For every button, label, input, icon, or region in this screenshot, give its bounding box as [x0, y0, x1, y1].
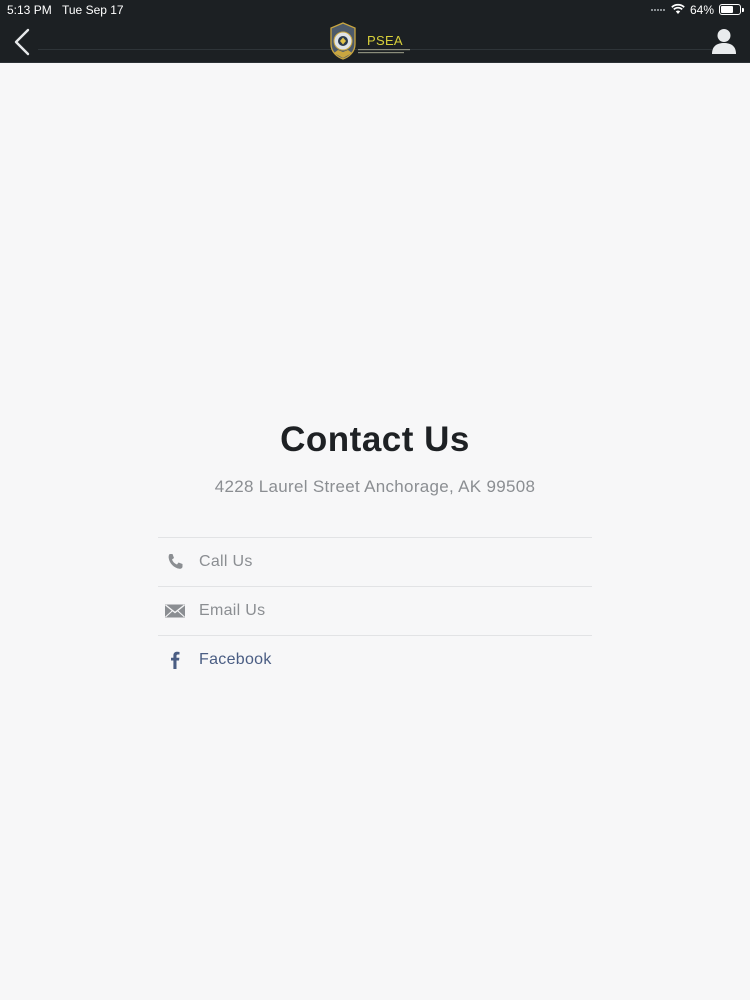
back-button[interactable] [10, 27, 36, 57]
battery-percentage: 64% [690, 3, 715, 17]
cellular-signal-icon [651, 9, 666, 23]
user-icon [712, 29, 736, 54]
contact-page: Contact Us 4228 Laurel Street Anchorage,… [0, 64, 750, 1000]
status-date: Tue Sep 17 [62, 3, 124, 17]
psea-logo: PSEA [328, 22, 418, 60]
call-us-item[interactable]: Call Us [158, 537, 592, 586]
facebook-label: Facebook [199, 651, 272, 668]
chevron-left-icon [14, 28, 30, 56]
logo-wordmark: PSEA [367, 33, 403, 48]
seal-icon [330, 22, 356, 60]
status-time: 5:13 PM [7, 3, 52, 17]
phone-icon [168, 554, 183, 569]
profile-button[interactable] [711, 27, 737, 55]
email-us-item[interactable]: Email Us [158, 586, 592, 635]
battery-icon [719, 4, 744, 15]
logo-tagline-graphic [358, 49, 410, 54]
status-bar: 5:13 PM Tue Sep 17 64% [0, 0, 750, 20]
battery-nub [742, 8, 744, 12]
wifi-icon [671, 3, 685, 14]
page-title: Contact Us [280, 420, 470, 459]
email-us-label: Email Us [199, 602, 266, 619]
address-text: 4228 Laurel Street Anchorage, AK 99508 [214, 477, 536, 496]
call-us-label: Call Us [199, 553, 253, 570]
facebook-icon [171, 651, 180, 669]
top-bar: 5:13 PM Tue Sep 17 64% PSEA [0, 0, 750, 63]
battery-level [721, 6, 733, 13]
contact-list: Call Us Email Us Facebook [158, 537, 592, 684]
envelope-icon [165, 604, 185, 618]
facebook-item[interactable]: Facebook [158, 635, 592, 684]
